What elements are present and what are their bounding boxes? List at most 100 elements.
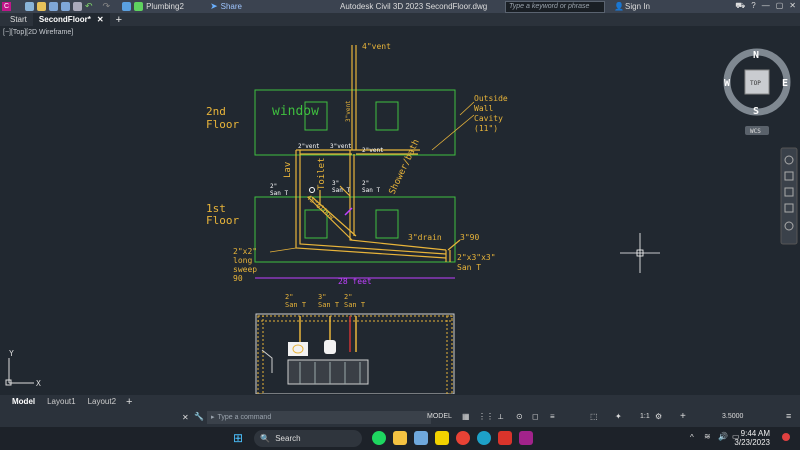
viewcube-e[interactable]: E — [782, 78, 788, 89]
app-logo-icon[interactable]: C — [2, 2, 11, 11]
customization-icon[interactable]: ≡ — [786, 411, 791, 421]
edge-icon[interactable] — [477, 431, 491, 445]
navigation-bar[interactable] — [780, 147, 798, 245]
sant3-a-l2: San T — [332, 187, 350, 194]
sant3-a-l1: 3" — [332, 180, 339, 187]
elbow-marker — [344, 207, 353, 216]
ucs-x-label: X — [36, 379, 41, 388]
qat-saveas-icon[interactable] — [61, 2, 70, 11]
cavity-label-4: (11") — [474, 124, 498, 133]
clock[interactable]: 9:44 AM 3/23/2023 — [734, 429, 770, 447]
polar-icon[interactable]: ⊙ — [516, 412, 523, 421]
vent2-b-label: 2"vent — [362, 147, 384, 154]
viewcube-w[interactable]: W — [724, 78, 731, 89]
minimize-icon[interactable]: — — [762, 1, 770, 11]
wifi-icon[interactable]: ≋ — [704, 432, 711, 441]
units-value[interactable]: 3.5000 — [722, 413, 743, 420]
sant-big-l2: San T — [457, 263, 481, 272]
close-cmd-icon[interactable]: ✕ — [182, 413, 189, 422]
sant2-b-l2: San T — [362, 187, 380, 194]
command-input[interactable]: ▸ Type a command — [207, 411, 431, 424]
window-label: window — [272, 104, 319, 119]
ortho-icon[interactable]: ⟂ — [498, 412, 503, 422]
tab-layout2[interactable]: Layout2 — [82, 395, 122, 409]
maximize-icon[interactable]: ▢ — [776, 1, 784, 11]
floor1-label-line2: Floor — [206, 214, 239, 227]
sign-in-button[interactable]: Sign In — [625, 2, 650, 11]
gizmo-icon[interactable]: ✦ — [615, 412, 622, 421]
tab-secondfloor[interactable]: SecondFloor* ✕ — [32, 13, 110, 26]
lav-label: Lav — [283, 162, 293, 178]
share-button[interactable]: Share — [221, 2, 242, 11]
qat-new-icon[interactable] — [25, 2, 34, 11]
sant3-c-l2: San T — [318, 301, 340, 309]
search-input[interactable]: Type a keyword or phrase — [505, 1, 605, 13]
add-layout-icon[interactable]: + — [126, 396, 132, 408]
tab-model[interactable]: Model — [6, 395, 41, 409]
sticky-notes-icon[interactable] — [435, 431, 449, 445]
new-tab-icon[interactable]: + — [116, 14, 122, 26]
drawing-canvas[interactable]: 4"vent 2nd Floor window 3"vent Outside W… — [0, 38, 800, 394]
sant2-c-l1: 2" — [285, 293, 293, 301]
lineweight-icon[interactable]: ≡ — [550, 412, 555, 421]
close-icon[interactable]: ✕ — [789, 1, 796, 11]
help-icon[interactable]: ? — [751, 1, 755, 11]
share-icon[interactable]: ➤ — [210, 1, 218, 12]
workspace-dropdown[interactable]: Plumbing2 — [146, 2, 206, 11]
acrobat-icon[interactable] — [498, 431, 512, 445]
photos-icon[interactable] — [414, 431, 428, 445]
window-title: Autodesk Civil 3D 2023 SecondFloor.dwg — [340, 2, 488, 11]
crosshair-cursor — [620, 233, 660, 273]
ucs-icon — [5, 358, 34, 386]
sant2-a-l1: 2" — [270, 183, 277, 190]
clock-date: 3/23/2023 — [734, 438, 770, 447]
taskbar-search[interactable]: 🔍 Search — [254, 430, 362, 447]
sweep-l1: 2"x2" — [233, 247, 257, 256]
tab-secondfloor-label: SecondFloor* — [38, 15, 91, 24]
sant-big-l1: 2"x3"x3" — [457, 253, 496, 262]
viewcube-s[interactable]: S — [753, 106, 759, 117]
sant2-d-l2: San T — [344, 301, 366, 309]
qat-save-icon[interactable] — [49, 2, 58, 11]
tray-chevron-icon[interactable]: ^ — [690, 433, 694, 442]
toilet-label: Toilet — [317, 157, 327, 190]
clock-time: 9:44 AM — [740, 429, 770, 438]
viewport-controls[interactable]: [−][Top][2D Wireframe] — [3, 29, 73, 36]
close-tab-icon[interactable]: ✕ — [97, 15, 104, 24]
cavity-label-3: Cavity — [474, 114, 503, 123]
start-menu-icon[interactable]: ⊞ — [233, 431, 243, 445]
selection-icon[interactable]: ⬚ — [590, 412, 598, 421]
undo-icon[interactable]: ↶ — [85, 1, 93, 12]
add-icon[interactable]: + — [680, 411, 686, 422]
redo-icon[interactable]: ↷ — [103, 1, 111, 12]
annotation-scale[interactable]: 1:1 — [640, 413, 650, 420]
customize-cmd-icon[interactable]: 🔧 — [194, 412, 204, 421]
snap-icon[interactable]: ⋮⋮ — [478, 412, 494, 421]
deg90-label: 3"90 — [460, 233, 479, 242]
volume-icon[interactable]: 🔊 — [718, 432, 728, 441]
wcs-label[interactable]: WCS — [750, 128, 761, 135]
workspace-color-icon[interactable] — [134, 2, 144, 11]
floor2-label-line1: 2nd — [206, 105, 226, 118]
civil3d-taskbar-icon[interactable] — [519, 431, 533, 445]
chrome-icon[interactable] — [456, 431, 470, 445]
file-explorer-icon[interactable] — [393, 431, 407, 445]
tab-start[interactable]: Start — [4, 13, 33, 26]
layout-tabs: Model Layout1 Layout2 + — [0, 395, 800, 409]
osnap-icon[interactable]: ◻ — [532, 412, 539, 421]
notification-icon[interactable] — [782, 433, 790, 441]
viewcube-n[interactable]: N — [753, 50, 759, 61]
spotify-icon[interactable] — [372, 431, 386, 445]
viewcube-top[interactable]: TOP — [750, 80, 761, 87]
qat-open-icon[interactable] — [37, 2, 46, 11]
document-tabs: Start SecondFloor* ✕ + — [0, 13, 800, 26]
tab-layout1[interactable]: Layout1 — [41, 395, 81, 409]
cart-icon[interactable]: ⛟ — [735, 1, 745, 11]
user-icon[interactable]: 👤 — [614, 2, 624, 11]
layer-icon[interactable] — [122, 2, 132, 11]
qat-plot-icon[interactable] — [73, 2, 82, 11]
model-space-button[interactable]: MODEL — [427, 413, 452, 420]
grid-icon[interactable]: ▦ — [462, 412, 470, 421]
viewcube[interactable]: TOP N S W E WCS — [723, 48, 791, 135]
settings-gear-icon[interactable]: ⚙ — [655, 412, 662, 421]
